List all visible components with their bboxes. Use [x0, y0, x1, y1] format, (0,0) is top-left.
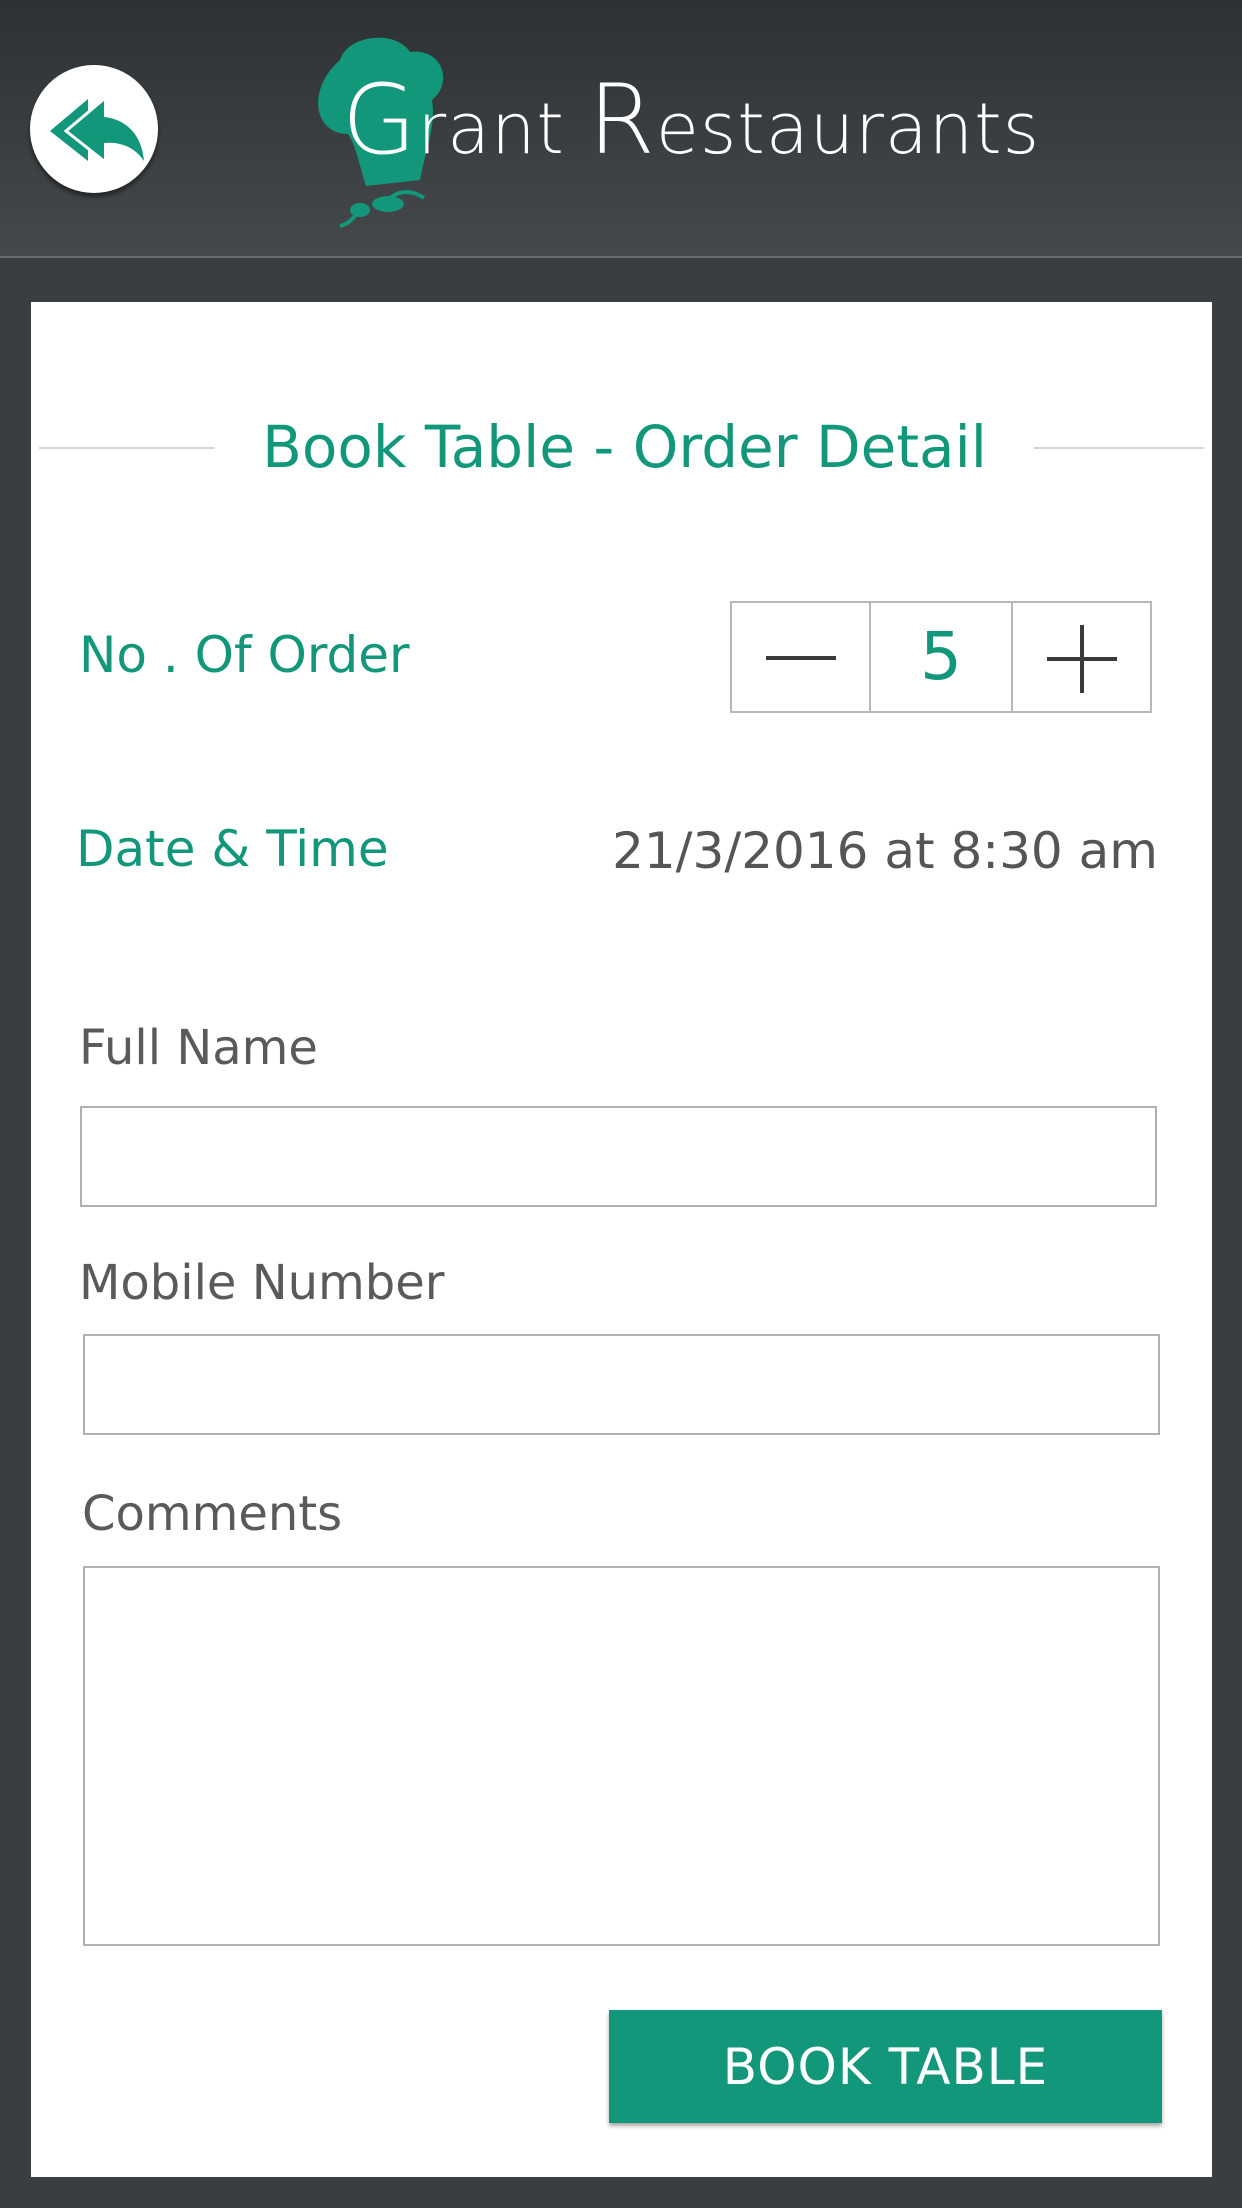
plus-icon — [1047, 625, 1117, 693]
full-name-field[interactable] — [80, 1106, 1157, 1207]
brand-name: Grant Restaurants — [342, 64, 1040, 176]
decrement-button[interactable] — [732, 603, 869, 711]
brand-cap-g: G — [342, 64, 418, 176]
comments-label: Comments — [82, 1486, 343, 1542]
page-title: Book Table - Order Detail — [262, 413, 987, 481]
order-count-value: 5 — [869, 603, 1011, 711]
book-table-button[interactable]: BOOK TABLE — [609, 2010, 1162, 2123]
minus-icon — [766, 656, 836, 660]
booking-card: Book Table - Order Detail No . Of Order … — [31, 302, 1212, 2177]
increment-button[interactable] — [1011, 603, 1150, 711]
back-button[interactable] — [30, 65, 158, 193]
title-divider-right — [1034, 447, 1204, 449]
brand-text-1: rant — [417, 88, 589, 170]
back-arrow-icon — [50, 97, 144, 163]
order-quantity-stepper: 5 — [730, 601, 1152, 713]
order-count-label: No . Of Order — [79, 626, 410, 684]
comments-field[interactable] — [83, 1566, 1160, 1946]
full-name-label: Full Name — [79, 1020, 318, 1076]
mobile-number-label: Mobile Number — [79, 1255, 445, 1311]
form-title-row: Book Table - Order Detail — [39, 412, 1204, 481]
brand-logo: Grant Restaurants — [300, 30, 1039, 240]
brand-cap-r: R — [588, 64, 656, 176]
brand-text-2: estaurants — [655, 88, 1041, 170]
mobile-number-field[interactable] — [83, 1334, 1160, 1435]
datetime-value[interactable]: 21/3/2016 at 8:30 am — [612, 822, 1158, 880]
app-header: Grant Restaurants — [0, 0, 1242, 258]
title-divider-left — [39, 447, 215, 449]
datetime-label: Date & Time — [76, 820, 389, 878]
